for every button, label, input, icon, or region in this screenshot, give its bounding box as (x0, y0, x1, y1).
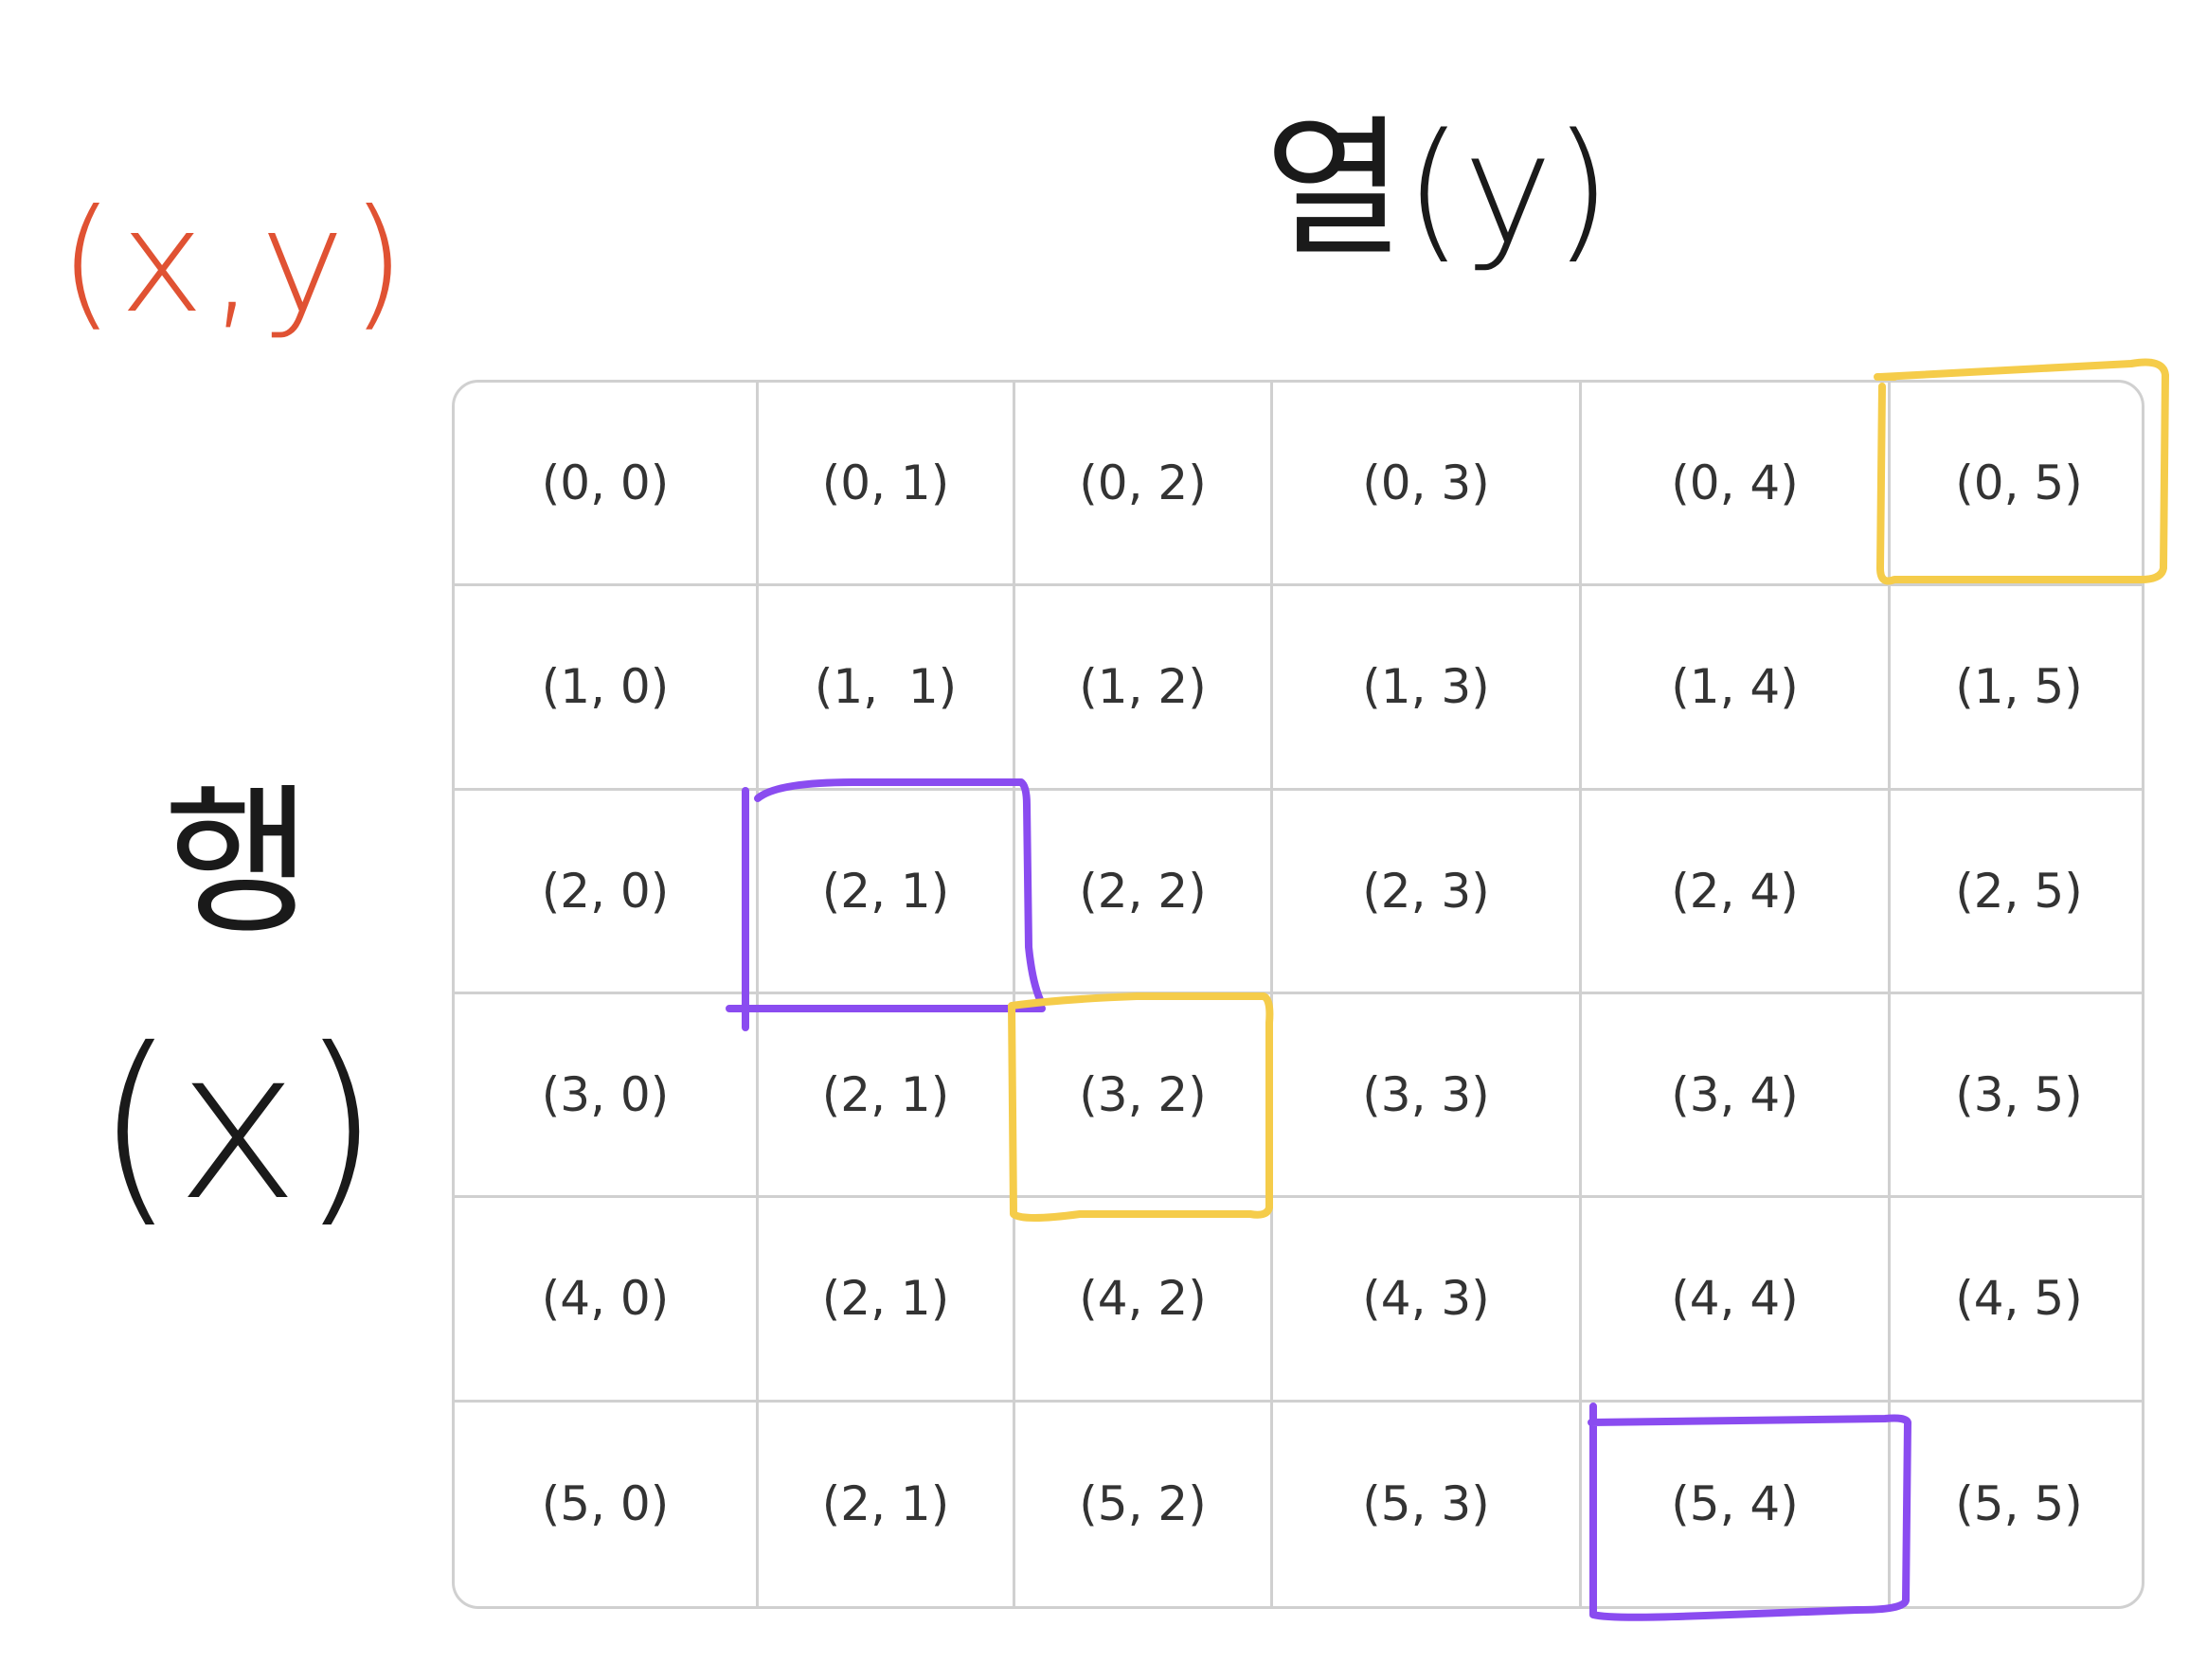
grid-cell: (1, 0) (455, 586, 759, 791)
grid-cell: (0, 3) (1273, 383, 1582, 587)
grid-cell: (5, 5) (1955, 1476, 2083, 1532)
column-axis-label: 열(y) (1265, 100, 1612, 277)
grid-cell: (3, 3) (1273, 993, 1582, 1199)
grid-cell: (1, 4) (1582, 586, 1891, 791)
grid-cell: (0, 5) (1891, 383, 2142, 587)
grid-cell: (1, 1) (759, 586, 1015, 791)
grid-cell: (2, 1) (759, 1198, 1015, 1403)
grid-cell: (5, 3) (1273, 1402, 1582, 1606)
grid-cell: (0, 2) (1015, 383, 1273, 587)
grid-cell: (0, 0) (455, 383, 759, 587)
coordinate-grid: (0, 0) (0, 1) (0, 2) (0, 3) (0, 4) (0, 5) (1, … (452, 380, 2144, 1609)
grid-cell: (2, 1) (759, 1402, 1015, 1606)
grid-cell: (2, 1) (759, 993, 1015, 1199)
grid-cell: (1, 3) (1273, 586, 1582, 791)
row-axis-label: 행 (129, 777, 316, 938)
grid-cell: (3, 0) (455, 993, 759, 1199)
grid-cell: (2, 2) (1015, 790, 1273, 994)
grid-cell: (2, 5) (1891, 791, 2142, 994)
grid-cell: (3, 4) (1582, 993, 1891, 1199)
grid-cell: (2, 0) (455, 790, 759, 994)
grid-cell: (4, 4) (1582, 1198, 1891, 1403)
grid-cell: (4, 5) (1891, 1198, 2142, 1403)
grid-cell: (4, 0) (455, 1198, 759, 1403)
grid-cell: (0, 1) (759, 383, 1015, 587)
grid-cell: (5, 0) (455, 1402, 759, 1606)
row-axis-variable-label: (x) (95, 1004, 381, 1246)
grid-cell: (3, 5) (1891, 994, 2142, 1199)
grid-cell: (4, 2) (1015, 1198, 1273, 1403)
grid-cell: (3, 2) (1015, 993, 1273, 1199)
grid-cell: (1, 2) (1015, 586, 1273, 791)
grid-cell: (1, 5) (1891, 586, 2142, 791)
grid-cell: (0, 4) (1582, 383, 1891, 587)
grid-cell: (2, 4) (1582, 790, 1891, 994)
grid-cell: (2, 3) (1273, 790, 1582, 994)
grid-cell: (5, 2) (1015, 1402, 1273, 1606)
grid-cell: (2, 1) (759, 790, 1015, 994)
grid-cell: (5, 4) (1582, 1402, 1891, 1606)
grid-cell: (4, 3) (1273, 1198, 1582, 1403)
coordinate-notation-label: (x,y) (59, 180, 412, 345)
